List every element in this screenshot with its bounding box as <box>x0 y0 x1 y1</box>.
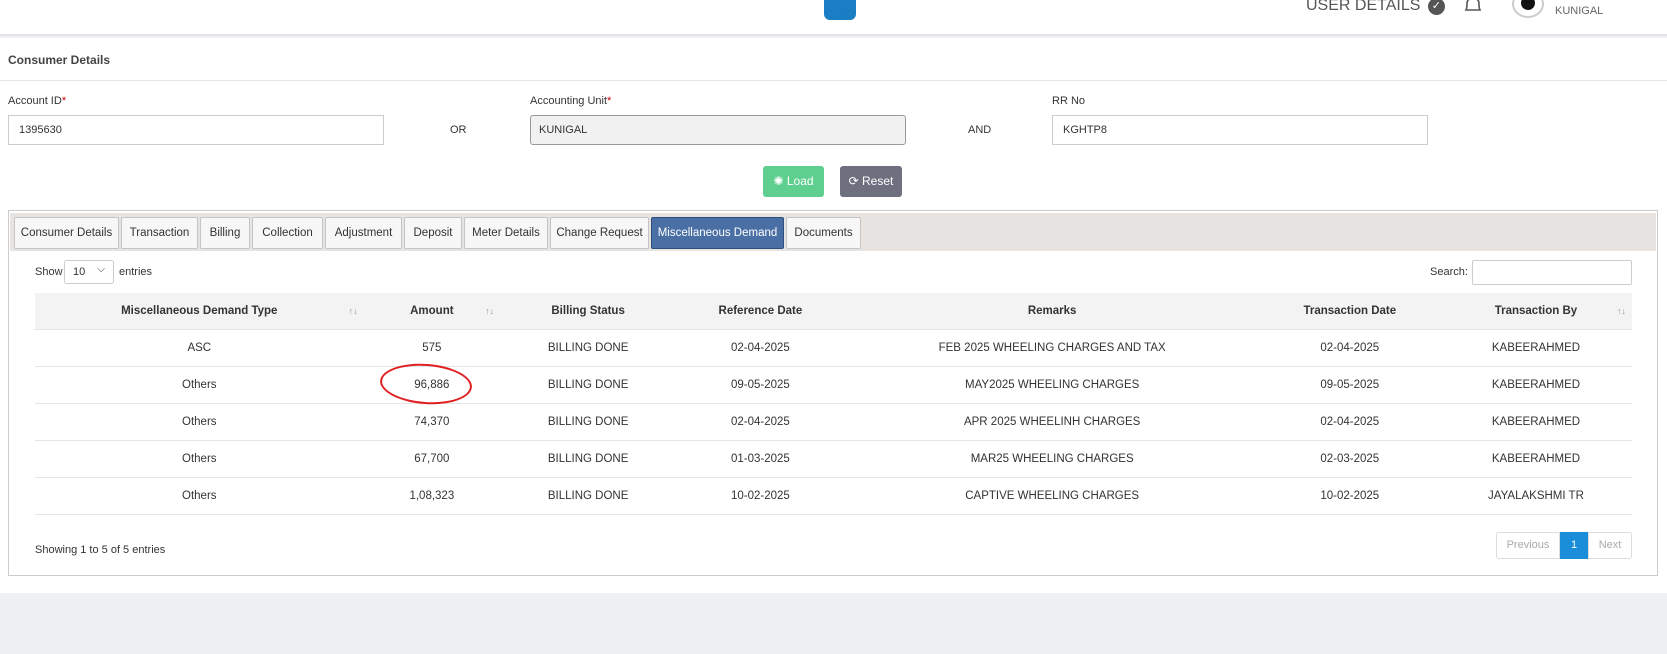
entries-label: entries <box>119 266 153 278</box>
column-header[interactable]: Transaction Date <box>1259 293 1440 329</box>
accounting-unit-label: Accounting Unit* <box>530 95 612 107</box>
spinner-icon: ✺ <box>773 174 784 188</box>
load-button[interactable]: ✺ Load <box>763 166 824 197</box>
tab-billing[interactable]: Billing <box>200 217 250 249</box>
tab-collection[interactable]: Collection <box>252 217 323 249</box>
misc-demand-table: Miscellaneous Demand Type ↑↓ Amount ↑↓ Bil… <box>35 293 1632 515</box>
table-cell: 01-03-2025 <box>676 439 845 477</box>
table-cell: KABEERAHMED <box>1439 439 1632 477</box>
table-cell: JAYALAKSHMI TR <box>1439 476 1632 515</box>
table-cell: 02-04-2025 <box>1259 328 1440 366</box>
account-id-label: Account ID* <box>8 95 67 107</box>
table-cell: 1,08,323 <box>363 476 501 515</box>
sort-icon: ↑↓ <box>348 306 358 316</box>
user-details-menu[interactable]: USER DETAILS ✓ <box>1306 0 1445 15</box>
table-cell: Others <box>35 402 364 440</box>
table-cell: BILLING DONE <box>500 476 677 515</box>
table-cell: KABEERAHMED <box>1439 402 1632 440</box>
search-input[interactable] <box>1472 260 1632 285</box>
bescom-logo <box>824 0 856 20</box>
table-header-row: Miscellaneous Demand Type ↑↓ Amount ↑↓ Bil… <box>35 293 1632 329</box>
and-label: AND <box>968 124 992 136</box>
show-label: Show <box>35 266 63 278</box>
tab-miscellaneous-demand[interactable]: Miscellaneous Demand <box>651 217 784 249</box>
table-cell: BILLING DONE <box>500 328 677 366</box>
column-header[interactable]: Reference Date <box>676 293 845 329</box>
table-row: Others 67,700 BILLING DONE 01-03-2025 MA… <box>35 439 1632 477</box>
tab-change-request[interactable]: Change Request <box>550 217 649 249</box>
table-row: ASC 575 BILLING DONE 02-04-2025 FEB 2025… <box>35 328 1632 366</box>
top-bar: BESCOM USER DETAILS ✓ KUNIGAL <box>0 0 1667 36</box>
table-row: Others 74,370 BILLING DONE 02-04-2025 AP… <box>35 402 1632 440</box>
table-cell: Others <box>35 439 364 477</box>
sort-icon: ↑↓ <box>485 306 495 316</box>
table-cell: 09-05-2025 <box>1259 365 1440 403</box>
table-cell: KABEERAHMED <box>1439 365 1632 403</box>
or-label: OR <box>450 124 467 136</box>
divider <box>0 80 1667 81</box>
table-cell: 10-02-2025 <box>676 476 845 515</box>
column-header[interactable]: Remarks <box>844 293 1260 329</box>
tab-bar: Consumer Details Transaction Billing Col… <box>10 213 1656 251</box>
table-cell: 02-04-2025 <box>1259 402 1440 440</box>
column-header[interactable]: Billing Status <box>500 293 677 329</box>
table-cell: MAR25 WHEELING CHARGES <box>844 439 1260 477</box>
tab-meter-details[interactable]: Meter Details <box>464 217 548 249</box>
rr-no-input[interactable]: KGHTP8 <box>1052 115 1428 145</box>
tab-transaction[interactable]: Transaction <box>121 217 198 249</box>
username: KUNIGAL <box>1555 5 1604 17</box>
table-cell: 575 <box>363 328 501 366</box>
table-cell: 67,700 <box>363 439 501 477</box>
logo-text: BESCOM <box>829 11 851 17</box>
table-cell: 10-02-2025 <box>1259 476 1440 515</box>
next-page-button[interactable]: Next <box>1588 532 1632 559</box>
column-header[interactable]: Miscellaneous Demand Type ↑↓ <box>35 293 364 329</box>
table-row: Others 96,886 BILLING DONE 09-05-2025 MA… <box>35 360 1632 407</box>
previous-page-button[interactable]: Previous <box>1496 532 1560 559</box>
reset-button[interactable]: ⟳ Reset <box>840 166 902 197</box>
check-circle-icon: ✓ <box>1427 0 1445 15</box>
tab-adjustment[interactable]: Adjustment <box>325 217 402 249</box>
tab-documents[interactable]: Documents <box>786 217 861 249</box>
accounting-unit-select[interactable]: KUNIGAL <box>530 115 906 145</box>
account-id-input[interactable]: 1395630 <box>8 115 384 145</box>
search-label: Search: <box>1430 266 1468 278</box>
table-cell: BILLING DONE <box>500 402 677 440</box>
refresh-icon: ⟳ <box>848 174 859 188</box>
table-cell: KABEERAHMED <box>1439 328 1632 366</box>
table-cell: BILLING DONE <box>500 365 677 403</box>
table-cell: APR 2025 WHEELINH CHARGES <box>844 402 1260 440</box>
table-cell: 02-04-2025 <box>676 328 845 366</box>
table-cell: BILLING DONE <box>500 439 677 477</box>
details-panel: Consumer Details Transaction Billing Col… <box>8 210 1658 576</box>
bell-icon[interactable] <box>1462 0 1484 14</box>
column-header[interactable]: Transaction By ↑↓ <box>1439 293 1632 329</box>
table-cell: 02-04-2025 <box>676 402 845 440</box>
main-content: Consumer Details Account ID* 1395630 OR … <box>0 38 1667 593</box>
table-cell: 09-05-2025 <box>676 365 845 403</box>
user-details-label: USER DETAILS <box>1306 0 1421 14</box>
user-icon <box>1521 0 1535 10</box>
table-cell: FEB 2025 WHEELING CHARGES AND TAX <box>844 328 1260 366</box>
table-cell: 02-03-2025 <box>1259 439 1440 477</box>
table-cell: CAPTIVE WHEELING CHARGES <box>844 476 1260 515</box>
column-header[interactable]: Amount ↑↓ <box>363 293 501 329</box>
entries-length-select[interactable]: 10 ⌵ <box>64 260 114 284</box>
tab-consumer-details[interactable]: Consumer Details <box>14 217 119 249</box>
page-title: Consumer Details <box>8 53 111 67</box>
table-cell: Others <box>35 476 364 515</box>
table-cell: Others <box>35 365 364 403</box>
tab-deposit[interactable]: Deposit <box>404 217 462 249</box>
rr-no-label: RR No <box>1052 95 1086 107</box>
table-cell: ASC <box>35 328 364 366</box>
avatar[interactable] <box>1512 0 1544 18</box>
chevron-down-icon: ⌵ <box>97 264 105 275</box>
table-row: Others 1,08,323 BILLING DONE 10-02-2025 … <box>35 476 1632 515</box>
table-cell: MAY2025 WHEELING CHARGES <box>844 365 1260 403</box>
table-info: Showing 1 to 5 of 5 entries <box>35 544 166 556</box>
sort-icon: ↑↓ <box>1617 306 1626 316</box>
page-1-button[interactable]: 1 <box>1560 532 1588 559</box>
table-cell: 96,886 <box>363 360 501 407</box>
table-cell: 74,370 <box>363 402 501 440</box>
